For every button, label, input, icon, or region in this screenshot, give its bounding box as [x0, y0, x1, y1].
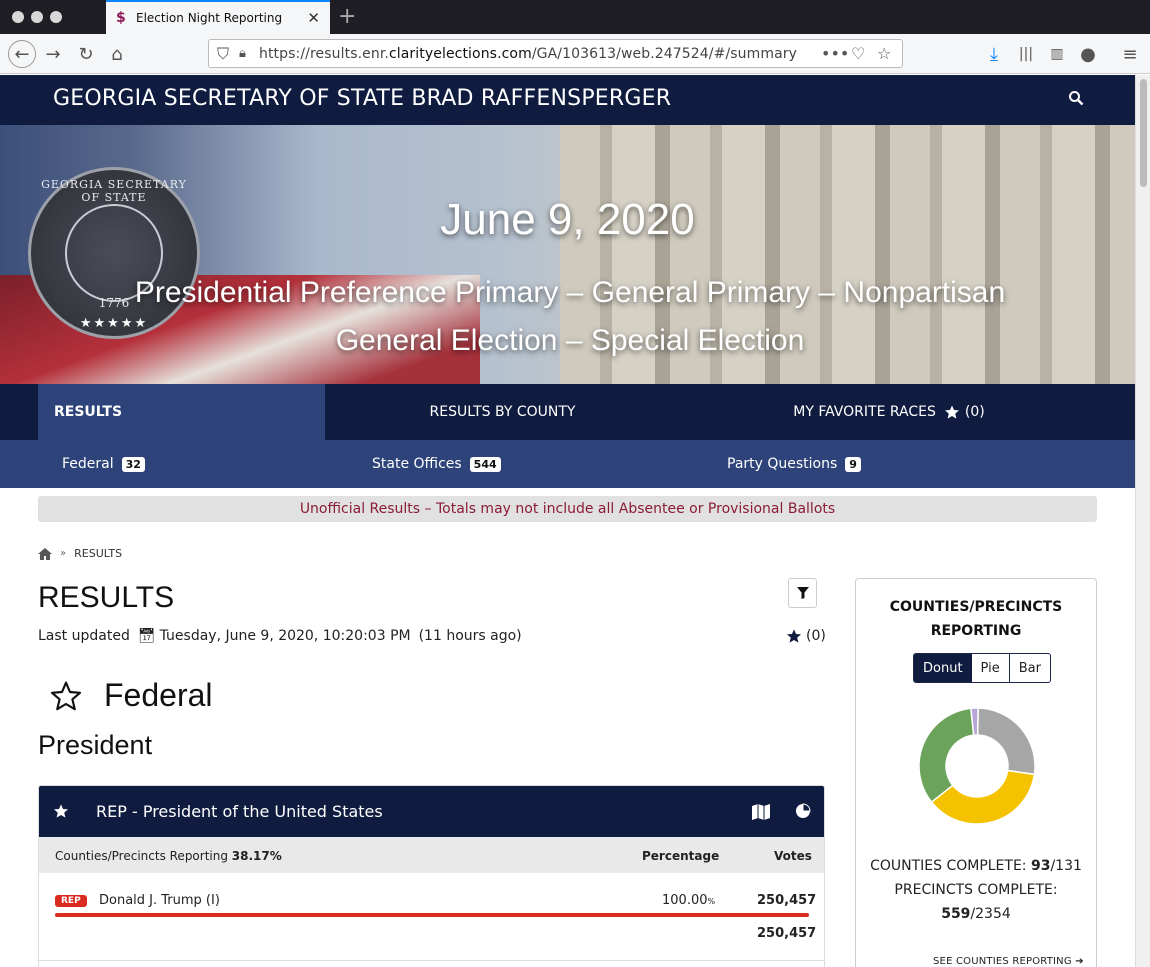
page-actions-icon[interactable]: ••• — [821, 44, 849, 63]
minimize-window-icon[interactable] — [31, 11, 43, 23]
donut-segment-2[interactable] — [918, 707, 975, 804]
reload-icon[interactable]: ↻ — [74, 42, 98, 66]
url-text: https://results.enr.clarityelections.com… — [259, 45, 798, 62]
scrollbar-thumb[interactable] — [1140, 79, 1147, 187]
party-badge: REP — [55, 895, 87, 907]
star-filled-icon — [944, 405, 959, 419]
race-columns-header: Counties/Precincts Reporting 38.17% Perc… — [39, 837, 824, 873]
divider — [39, 960, 824, 961]
filter-button[interactable] — [788, 578, 817, 608]
star-outline-icon[interactable] — [50, 680, 82, 712]
category-title: Federal — [104, 677, 213, 713]
election-name: Presidential Preference Primary – Genera… — [134, 276, 1006, 357]
race-header: REP - President of the United States — [39, 786, 824, 837]
pie-chart-icon[interactable] — [795, 803, 811, 819]
bookmark-star-icon[interactable]: ☆ — [877, 44, 891, 63]
sub-nav: Federal 32 State Offices 544 Party Questio… — [0, 440, 1135, 488]
precincts-complete-value: 559/2354 — [941, 906, 1011, 922]
browser-tab[interactable]: $ Election Night Reporting ✕ — [106, 0, 330, 34]
close-tab-icon[interactable]: ✕ — [307, 9, 320, 27]
menu-icon[interactable]: ≡ — [1118, 42, 1142, 66]
browser-toolbar: ← → ↻ ⌂ ⛉ 🔒︎ https://results.enr.clarity… — [0, 34, 1150, 74]
arrow-right-icon: ➔ — [1075, 956, 1084, 967]
votes-column-header: Votes — [774, 849, 812, 863]
subnav-federal[interactable]: Federal 32 — [62, 440, 145, 488]
subnav-party-questions[interactable]: Party Questions 9 — [727, 440, 861, 488]
count-badge: 544 — [469, 456, 501, 472]
bar-toggle-button[interactable]: Bar — [1008, 654, 1050, 682]
breadcrumb-current: RESULTS — [74, 547, 123, 560]
new-tab-icon[interactable]: + — [338, 4, 356, 29]
maximize-window-icon[interactable] — [50, 11, 62, 23]
reporting-panel: COUNTIES/PRECINCTS REPORTING Donut Pie B… — [855, 578, 1097, 967]
scrollbar[interactable] — [1135, 75, 1150, 967]
address-bar[interactable]: ⛉ 🔒︎ https://results.enr.clarityelection… — [208, 39, 903, 68]
percentage-column-header: Percentage — [642, 849, 720, 863]
race-title: REP - President of the United States — [96, 802, 383, 821]
download-icon[interactable]: ⤓ — [982, 42, 1006, 66]
breadcrumb: » RESULTS — [38, 547, 122, 560]
library-icon[interactable]: ||| — [1014, 42, 1038, 66]
page-content: GEORGIA SECRETARY OF STATE BRAD RAFFENSP… — [0, 75, 1135, 967]
lock-icon[interactable]: 🔒︎ — [239, 46, 246, 61]
candidate-percentage: 100.00% — [662, 893, 716, 908]
main-nav: RESULTS RESULTS BY COUNTY MY FAVORITE RA… — [0, 384, 1135, 440]
favorite-star-icon[interactable] — [53, 803, 69, 819]
window-controls — [12, 11, 62, 23]
tab-title: Election Night Reporting — [136, 11, 283, 25]
favorites-count[interactable]: (0) — [786, 628, 826, 644]
candidate-name: Donald J. Trump (I) — [99, 893, 220, 908]
donut-segment-0[interactable] — [976, 707, 1036, 776]
count-badge: 32 — [121, 456, 145, 472]
vote-share-bar — [55, 913, 809, 917]
pie-toggle-button[interactable]: Pie — [972, 654, 1009, 682]
count-badge: 9 — [845, 456, 861, 472]
back-icon[interactable]: ← — [8, 40, 36, 68]
chevron-right-icon: » — [60, 548, 67, 559]
office-title: President — [38, 730, 153, 760]
unofficial-results-alert: Unofficial Results – Totals may not incl… — [38, 496, 1097, 522]
category-header: Federal — [50, 677, 213, 714]
sidebar-toggle-icon[interactable]: ▥ — [1045, 42, 1069, 66]
site-title: GEORGIA SECRETARY OF STATE BRAD RAFFENSP… — [53, 86, 672, 111]
pocket-icon[interactable]: ♡ — [851, 44, 865, 63]
reporting-stats: COUNTIES COMPLETE: 93/131 PRECINCTS COMP… — [856, 854, 1096, 926]
chart-type-toggle: Donut Pie Bar — [913, 653, 1051, 683]
donut-toggle-button[interactable]: Donut — [914, 654, 972, 682]
site-favicon-icon: $ — [116, 10, 126, 26]
calendar-icon: 📅︎ — [137, 628, 156, 644]
see-counties-reporting-link[interactable]: SEE COUNTIES REPORTING ➔ — [933, 956, 1084, 967]
filter-icon — [796, 587, 809, 599]
reporting-donut-chart[interactable] — [917, 706, 1037, 826]
hero-banner: GEORGIA SECRETARY OF STATE 1776 ★★★★★ Ju… — [0, 125, 1135, 384]
tab-results[interactable]: RESULTS — [38, 384, 325, 440]
candidate-votes: 250,457 — [757, 893, 817, 908]
reporting-panel-title: COUNTIES/PRECINCTS REPORTING — [889, 599, 1063, 639]
counties-complete: COUNTIES COMPLETE: 93/131 — [870, 858, 1082, 874]
last-updated: Last updated 📅︎ Tuesday, June 9, 2020, 1… — [38, 628, 522, 644]
tab-results-by-county[interactable]: RESULTS BY COUNTY — [325, 384, 680, 440]
candidate-row: REP Donald J. Trump (I) 100.00% 250,457 — [39, 873, 824, 923]
race-card: REP - President of the United States Cou… — [38, 785, 825, 967]
tab-strip: $ Election Night Reporting ✕ + — [0, 0, 1150, 34]
search-icon[interactable] — [1068, 90, 1084, 106]
page-title: RESULTS — [38, 581, 175, 614]
home-icon[interactable]: ⌂ — [105, 42, 129, 66]
browser-window: $ Election Night Reporting ✕ + ← → ↻ ⌂ ⛉… — [0, 0, 1150, 967]
subnav-state-offices[interactable]: State Offices 544 — [372, 440, 501, 488]
forward-icon[interactable]: → — [41, 42, 65, 66]
home-icon[interactable] — [38, 547, 52, 560]
account-icon[interactable]: ● — [1076, 42, 1100, 66]
site-header: GEORGIA SECRETARY OF STATE BRAD RAFFENSP… — [0, 75, 1135, 125]
election-date: June 9, 2020 — [440, 195, 695, 244]
map-icon[interactable] — [752, 804, 770, 820]
star-filled-icon — [787, 629, 801, 643]
total-votes: 250,457 — [757, 926, 817, 941]
tab-my-favorite-races[interactable]: MY FAVORITE RACES (0) — [680, 384, 1098, 440]
shield-icon[interactable]: ⛉ — [217, 44, 229, 64]
close-window-icon[interactable] — [12, 11, 24, 23]
precincts-complete-label: PRECINCTS COMPLETE: — [894, 882, 1058, 898]
